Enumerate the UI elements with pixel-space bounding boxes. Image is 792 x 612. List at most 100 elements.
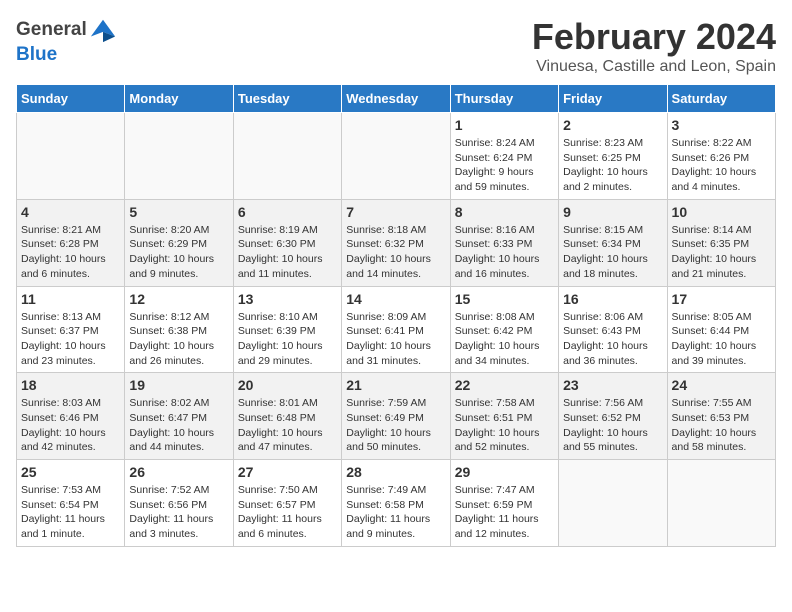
day-info: Sunrise: 8:16 AM Sunset: 6:33 PM Dayligh… xyxy=(455,223,554,282)
day-info: Sunrise: 8:09 AM Sunset: 6:41 PM Dayligh… xyxy=(346,310,445,369)
day-info: Sunrise: 7:49 AM Sunset: 6:58 PM Dayligh… xyxy=(346,483,445,542)
day-number: 7 xyxy=(346,204,445,220)
calendar-day-cell xyxy=(667,460,775,547)
weekday-header: Sunday xyxy=(17,85,125,113)
day-number: 27 xyxy=(238,464,337,480)
day-info: Sunrise: 7:56 AM Sunset: 6:52 PM Dayligh… xyxy=(563,396,662,455)
day-number: 25 xyxy=(21,464,120,480)
day-number: 17 xyxy=(672,291,771,307)
day-number: 2 xyxy=(563,117,662,133)
calendar-day-cell: 25 Sunrise: 7:53 AM Sunset: 6:54 PM Dayli… xyxy=(17,460,125,547)
calendar-day-cell: 15Sunrise: 8:08 AM Sunset: 6:42 PM Dayli… xyxy=(450,286,558,373)
calendar-day-cell xyxy=(125,113,233,200)
calendar-header-row: SundayMondayTuesdayWednesdayThursdayFrid… xyxy=(17,85,776,113)
day-info: Sunrise: 8:12 AM Sunset: 6:38 PM Dayligh… xyxy=(129,310,228,369)
calendar-day-cell: 8 Sunrise: 8:16 AM Sunset: 6:33 PM Daylig… xyxy=(450,199,558,286)
day-number: 1 xyxy=(455,117,554,133)
day-info: Sunrise: 8:20 AM Sunset: 6:29 PM Dayligh… xyxy=(129,223,228,282)
page-header: General Blue February 2024 Vinuesa, Cast… xyxy=(16,16,776,76)
calendar-day-cell: 12 Sunrise: 8:12 AM Sunset: 6:38 PM Dayli… xyxy=(125,286,233,373)
calendar-day-cell: 19 Sunrise: 8:02 AM Sunset: 6:47 PM Dayli… xyxy=(125,373,233,460)
day-info: Sunrise: 8:06 AM Sunset: 6:43 PM Dayligh… xyxy=(563,310,662,369)
day-info: Sunrise: 7:53 AM Sunset: 6:54 PM Dayligh… xyxy=(21,483,120,542)
calendar-day-cell: 22Sunrise: 7:58 AM Sunset: 6:51 PM Dayli… xyxy=(450,373,558,460)
day-info: Sunrise: 8:14 AM Sunset: 6:35 PM Dayligh… xyxy=(672,223,771,282)
day-info: Sunrise: 8:22 AM Sunset: 6:26 PM Dayligh… xyxy=(672,136,771,195)
day-number: 12 xyxy=(129,291,228,307)
day-number: 29 xyxy=(455,464,554,480)
calendar-week-row: 25 Sunrise: 7:53 AM Sunset: 6:54 PM Dayli… xyxy=(17,460,776,547)
day-number: 6 xyxy=(238,204,337,220)
calendar-day-cell: 23 Sunrise: 7:56 AM Sunset: 6:52 PM Dayli… xyxy=(559,373,667,460)
weekday-header: Tuesday xyxy=(233,85,341,113)
day-number: 14 xyxy=(346,291,445,307)
calendar-day-cell: 2 Sunrise: 8:23 AM Sunset: 6:25 PM Daylig… xyxy=(559,113,667,200)
day-info: Sunrise: 7:55 AM Sunset: 6:53 PM Dayligh… xyxy=(672,396,771,455)
weekday-header: Thursday xyxy=(450,85,558,113)
day-number: 15 xyxy=(455,291,554,307)
day-info: Sunrise: 8:03 AM Sunset: 6:46 PM Dayligh… xyxy=(21,396,120,455)
day-info: Sunrise: 8:01 AM Sunset: 6:48 PM Dayligh… xyxy=(238,396,337,455)
calendar-week-row: 1 Sunrise: 8:24 AM Sunset: 6:24 PM Daylig… xyxy=(17,113,776,200)
calendar-day-cell: 28 Sunrise: 7:49 AM Sunset: 6:58 PM Dayli… xyxy=(342,460,450,547)
calendar-day-cell: 16 Sunrise: 8:06 AM Sunset: 6:43 PM Dayli… xyxy=(559,286,667,373)
day-number: 9 xyxy=(563,204,662,220)
weekday-header: Saturday xyxy=(667,85,775,113)
day-info: Sunrise: 8:02 AM Sunset: 6:47 PM Dayligh… xyxy=(129,396,228,455)
day-number: 28 xyxy=(346,464,445,480)
day-number: 23 xyxy=(563,377,662,393)
day-number: 3 xyxy=(672,117,771,133)
calendar-day-cell: 17 Sunrise: 8:05 AM Sunset: 6:44 PM Dayli… xyxy=(667,286,775,373)
day-number: 20 xyxy=(238,377,337,393)
calendar-day-cell: 21Sunrise: 7:59 AM Sunset: 6:49 PM Dayli… xyxy=(342,373,450,460)
day-number: 24 xyxy=(672,377,771,393)
calendar-day-cell: 18 Sunrise: 8:03 AM Sunset: 6:46 PM Dayli… xyxy=(17,373,125,460)
weekday-header: Friday xyxy=(559,85,667,113)
day-number: 10 xyxy=(672,204,771,220)
day-info: Sunrise: 7:47 AM Sunset: 6:59 PM Dayligh… xyxy=(455,483,554,542)
logo-general: General xyxy=(16,19,87,41)
calendar-week-row: 18 Sunrise: 8:03 AM Sunset: 6:46 PM Dayli… xyxy=(17,373,776,460)
day-info: Sunrise: 8:13 AM Sunset: 6:37 PM Dayligh… xyxy=(21,310,120,369)
logo-blue: Blue xyxy=(16,44,57,65)
day-number: 19 xyxy=(129,377,228,393)
day-number: 18 xyxy=(21,377,120,393)
day-info: Sunrise: 8:23 AM Sunset: 6:25 PM Dayligh… xyxy=(563,136,662,195)
calendar-day-cell: 7 Sunrise: 8:18 AM Sunset: 6:32 PM Daylig… xyxy=(342,199,450,286)
logo: General Blue xyxy=(16,16,117,66)
day-number: 11 xyxy=(21,291,120,307)
day-number: 26 xyxy=(129,464,228,480)
day-number: 8 xyxy=(455,204,554,220)
day-number: 16 xyxy=(563,291,662,307)
calendar-day-cell: 6 Sunrise: 8:19 AM Sunset: 6:30 PM Daylig… xyxy=(233,199,341,286)
calendar-day-cell: 11 Sunrise: 8:13 AM Sunset: 6:37 PM Dayli… xyxy=(17,286,125,373)
calendar-day-cell xyxy=(233,113,341,200)
calendar-day-cell: 13 Sunrise: 8:10 AM Sunset: 6:39 PM Dayli… xyxy=(233,286,341,373)
calendar-day-cell: 4 Sunrise: 8:21 AM Sunset: 6:28 PM Daylig… xyxy=(17,199,125,286)
calendar-week-row: 4 Sunrise: 8:21 AM Sunset: 6:28 PM Daylig… xyxy=(17,199,776,286)
calendar-table: SundayMondayTuesdayWednesdayThursdayFrid… xyxy=(16,84,776,547)
calendar-day-cell xyxy=(17,113,125,200)
calendar-day-cell xyxy=(342,113,450,200)
day-number: 5 xyxy=(129,204,228,220)
day-info: Sunrise: 8:24 AM Sunset: 6:24 PM Dayligh… xyxy=(455,136,554,195)
day-info: Sunrise: 8:19 AM Sunset: 6:30 PM Dayligh… xyxy=(238,223,337,282)
calendar-week-row: 11 Sunrise: 8:13 AM Sunset: 6:37 PM Dayli… xyxy=(17,286,776,373)
weekday-header: Wednesday xyxy=(342,85,450,113)
day-info: Sunrise: 8:18 AM Sunset: 6:32 PM Dayligh… xyxy=(346,223,445,282)
calendar-day-cell xyxy=(559,460,667,547)
day-info: Sunrise: 7:58 AM Sunset: 6:51 PM Dayligh… xyxy=(455,396,554,455)
page-title: February 2024 xyxy=(532,16,776,58)
day-number: 4 xyxy=(21,204,120,220)
day-info: Sunrise: 8:10 AM Sunset: 6:39 PM Dayligh… xyxy=(238,310,337,369)
weekday-header: Monday xyxy=(125,85,233,113)
logo-bird-icon xyxy=(89,16,117,44)
calendar-day-cell: 1 Sunrise: 8:24 AM Sunset: 6:24 PM Daylig… xyxy=(450,113,558,200)
title-section: February 2024 Vinuesa, Castille and Leon… xyxy=(532,16,776,76)
day-info: Sunrise: 8:05 AM Sunset: 6:44 PM Dayligh… xyxy=(672,310,771,369)
day-info: Sunrise: 7:59 AM Sunset: 6:49 PM Dayligh… xyxy=(346,396,445,455)
calendar-day-cell: 14 Sunrise: 8:09 AM Sunset: 6:41 PM Dayli… xyxy=(342,286,450,373)
calendar-day-cell: 26Sunrise: 7:52 AM Sunset: 6:56 PM Dayli… xyxy=(125,460,233,547)
day-info: Sunrise: 8:21 AM Sunset: 6:28 PM Dayligh… xyxy=(21,223,120,282)
day-number: 13 xyxy=(238,291,337,307)
